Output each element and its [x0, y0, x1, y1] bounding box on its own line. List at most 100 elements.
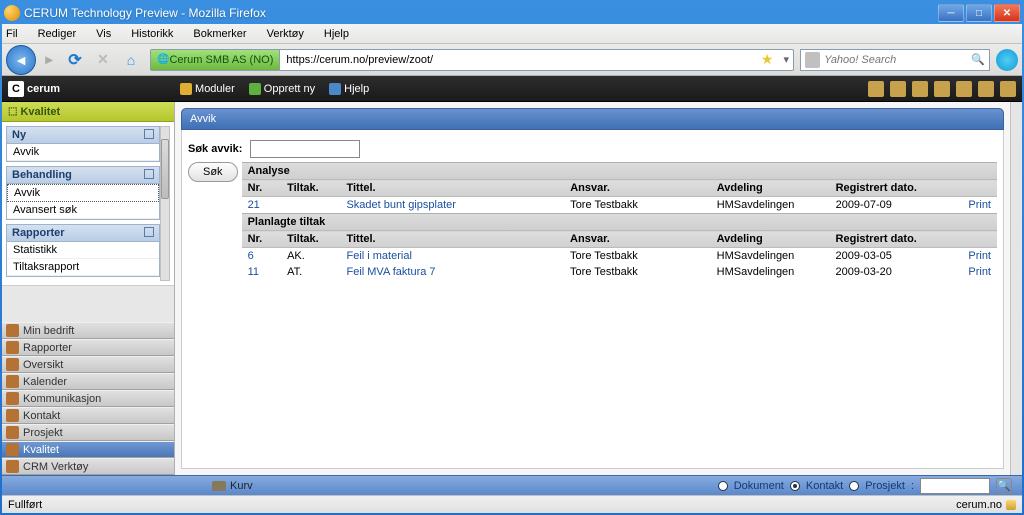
radio-prosjekt[interactable]: [849, 481, 859, 491]
radio-dokument[interactable]: [718, 481, 728, 491]
search-button[interactable]: Søk: [188, 162, 238, 182]
menu-edit[interactable]: Rediger: [38, 28, 87, 40]
accordion-prosjekt[interactable]: Prosjekt: [2, 424, 174, 441]
menu-moduler[interactable]: Moduler: [180, 83, 235, 95]
toolbar-icon-7[interactable]: [1000, 81, 1016, 97]
back-button[interactable]: ◄: [6, 45, 36, 75]
col-tittel[interactable]: Tittel.: [340, 231, 564, 248]
print-link[interactable]: Print: [968, 199, 991, 211]
col-dato[interactable]: Registrert dato.: [830, 180, 958, 197]
toolbar-icon-2[interactable]: [890, 81, 906, 97]
search-input[interactable]: [824, 54, 967, 66]
url-bar[interactable]: 🌐 Cerum SMB AS (NO) ★ ▾: [150, 49, 794, 71]
accordion-kalender[interactable]: Kalender: [2, 373, 174, 390]
toolbar-icon-5[interactable]: [956, 81, 972, 97]
print-link[interactable]: Print: [968, 250, 991, 262]
cell-avdeling: HMSavdelingen: [711, 248, 830, 265]
link-ny-avvik[interactable]: Avvik: [7, 144, 159, 161]
link-behandling-avvik[interactable]: Avvik: [7, 184, 159, 202]
bookmark-star-icon[interactable]: ★: [755, 51, 780, 68]
col-nr[interactable]: Nr.: [242, 180, 282, 197]
col-tiltak[interactable]: Tiltak.: [281, 231, 340, 248]
table-row[interactable]: 11AT.Feil MVA faktura 7Tore TestbakkHMSa…: [242, 264, 997, 280]
accordion-oversikt[interactable]: Oversikt: [2, 356, 174, 373]
search-go-icon[interactable]: 🔍: [967, 53, 989, 66]
col-avdeling[interactable]: Avdeling: [711, 231, 830, 248]
cell-nr[interactable]: 11: [248, 266, 259, 278]
col-ansvar[interactable]: Ansvar.: [564, 180, 711, 197]
accordion-min-bedrift[interactable]: Min bedrift: [2, 322, 174, 339]
site-identity-badge[interactable]: 🌐 Cerum SMB AS (NO): [151, 50, 280, 70]
bottom-search-icon[interactable]: 🔍: [996, 478, 1012, 494]
minimize-button[interactable]: ─: [938, 4, 964, 22]
collapse-icon[interactable]: [144, 129, 154, 139]
radio-kontakt[interactable]: [790, 481, 800, 491]
accordion-kommunikasjon[interactable]: Kommunikasjon: [2, 390, 174, 407]
home-button[interactable]: ⌂: [118, 47, 144, 73]
url-input[interactable]: [280, 50, 755, 70]
link-avansert-sok[interactable]: Avansert søk: [7, 202, 159, 219]
accordion-label: Min bedrift: [23, 325, 74, 337]
cell-tittel[interactable]: Feil i material: [346, 250, 411, 262]
menu-opprett-ny[interactable]: Opprett ny: [249, 83, 315, 95]
forward-button[interactable]: ▸: [38, 49, 60, 71]
col-dato[interactable]: Registrert dato.: [830, 231, 958, 248]
toolbar-icon-1[interactable]: [868, 81, 884, 97]
accordion-label: Kalender: [23, 376, 67, 388]
panel-ny-header[interactable]: Ny: [7, 127, 159, 144]
search-engine-icon[interactable]: [805, 52, 820, 68]
collapse-icon[interactable]: [144, 169, 154, 179]
accordion-kontakt[interactable]: Kontakt: [2, 407, 174, 424]
sidebar-scrollbar[interactable]: [160, 126, 170, 281]
skype-icon[interactable]: [996, 49, 1018, 71]
link-tiltaksrapport[interactable]: Tiltaksrapport: [7, 259, 159, 276]
table-row[interactable]: 6AK.Feil i materialTore TestbakkHMSavdel…: [242, 248, 997, 265]
menu-view[interactable]: Vis: [96, 28, 121, 40]
menu-bookmarks[interactable]: Bokmerker: [193, 28, 256, 40]
accordion-crm-verktøy[interactable]: CRM Verktøy: [2, 458, 174, 475]
panel-rapporter: Rapporter Statistikk Tiltaksrapport: [6, 224, 160, 277]
col-avdeling[interactable]: Avdeling: [711, 180, 830, 197]
menu-help[interactable]: Hjelp: [324, 28, 359, 40]
link-statistikk[interactable]: Statistikk: [7, 242, 159, 259]
toolbar-icon-6[interactable]: [978, 81, 994, 97]
bottom-search-input[interactable]: [920, 478, 990, 494]
col-tittel[interactable]: Tittel.: [340, 180, 564, 197]
panel-rapporter-header[interactable]: Rapporter: [7, 225, 159, 242]
search-avvik-input[interactable]: [250, 140, 360, 158]
cell-nr[interactable]: 21: [248, 199, 260, 211]
col-nr[interactable]: Nr.: [242, 231, 282, 248]
accordion-icon: [6, 375, 19, 388]
label-prosjekt: Prosjekt: [865, 480, 905, 492]
menu-history[interactable]: Historikk: [131, 28, 183, 40]
col-ansvar[interactable]: Ansvar.: [564, 231, 711, 248]
print-link[interactable]: Print: [968, 266, 991, 278]
maximize-button[interactable]: □: [966, 4, 992, 22]
accordion-rapporter[interactable]: Rapporter: [2, 339, 174, 356]
main-scrollbar[interactable]: [1010, 102, 1022, 475]
table-row[interactable]: 21Skadet bunt gipsplaterTore TestbakkHMS…: [242, 197, 997, 214]
kurv[interactable]: Kurv: [212, 480, 253, 492]
menu-file[interactable]: Fil: [6, 28, 28, 40]
sidebar-section-kvalitet[interactable]: ⬚Kvalitet: [2, 102, 174, 122]
cell-tittel[interactable]: Feil MVA faktura 7: [346, 266, 435, 278]
accordion-kvalitet[interactable]: Kvalitet: [2, 441, 174, 458]
collapse-icon[interactable]: [144, 227, 154, 237]
accordion-icon: [6, 341, 19, 354]
toolbar-icon-3[interactable]: [912, 81, 928, 97]
cell-nr[interactable]: 6: [248, 250, 254, 262]
toolbar-icon-4[interactable]: [934, 81, 950, 97]
close-button[interactable]: ✕: [994, 4, 1020, 22]
panel-behandling-header[interactable]: Behandling: [7, 167, 159, 184]
section-analyse: Analyse: [242, 162, 997, 179]
stop-button[interactable]: ✕: [90, 47, 116, 73]
cart-icon: [212, 481, 226, 491]
search-bar[interactable]: 🔍: [800, 49, 990, 71]
url-dropdown-icon[interactable]: ▾: [779, 53, 793, 66]
logo[interactable]: Ccerum: [8, 81, 60, 97]
reload-button[interactable]: ⟳: [62, 47, 88, 73]
col-tiltak[interactable]: Tiltak.: [281, 180, 340, 197]
menu-hjelp[interactable]: Hjelp: [329, 83, 369, 95]
cell-tittel[interactable]: Skadet bunt gipsplater: [346, 199, 455, 211]
menu-tools[interactable]: Verktøy: [267, 28, 314, 40]
